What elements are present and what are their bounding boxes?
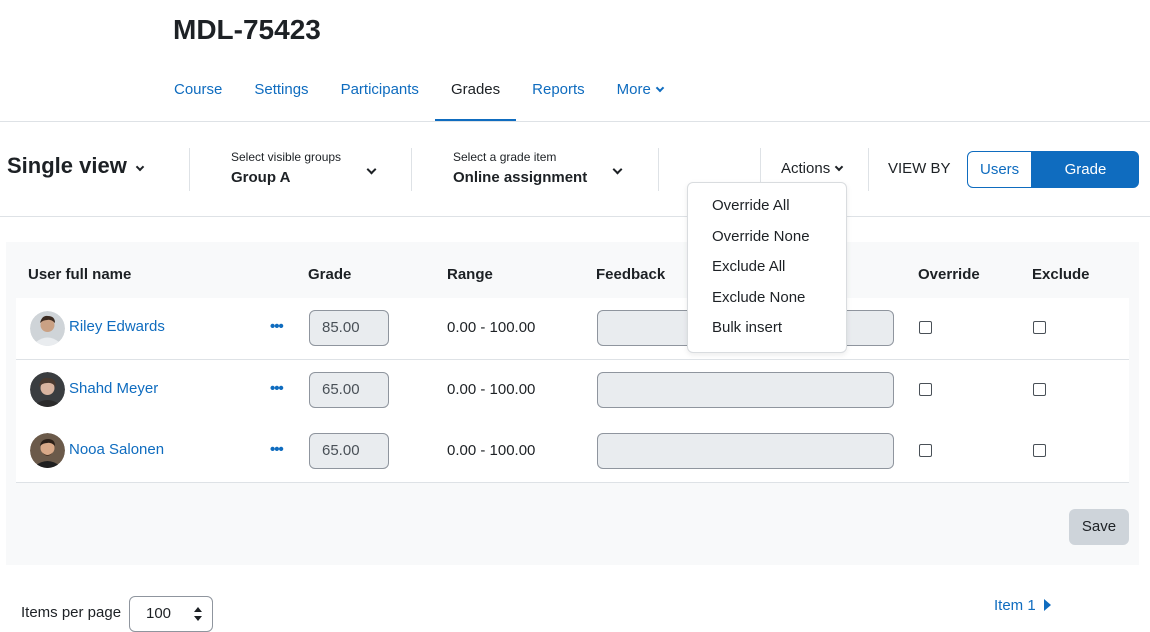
actions-button-label: Actions [781, 160, 831, 177]
avatar[interactable] [30, 372, 65, 407]
tab-grades[interactable]: Grades [434, 74, 517, 122]
user-link[interactable]: Nooa Salonen [69, 441, 164, 458]
menu-item-override-all[interactable]: Override All [688, 195, 846, 226]
toolbar-separator [658, 148, 659, 191]
group-selector-value: Group A [231, 169, 291, 186]
ellipsis-icon[interactable]: ••• [270, 380, 284, 397]
user-link[interactable]: Shahd Meyer [69, 380, 158, 397]
table-row: Shahd Meyer ••• 65.00 0.00 - 100.00 [16, 360, 1129, 422]
chevron-down-icon [655, 83, 665, 93]
user-link[interactable]: Riley Edwards [69, 318, 165, 335]
column-header-feedback: Feedback [596, 266, 666, 283]
group-selector[interactable]: Select visible groups Group A [231, 150, 377, 186]
exclude-checkbox[interactable] [1033, 321, 1046, 334]
grade-item-selector[interactable]: Select a grade item Online assignment [453, 150, 623, 186]
view-by-users-button[interactable]: Users [967, 151, 1032, 188]
tab-reports[interactable]: Reports [516, 74, 601, 122]
save-button[interactable]: Save [1069, 509, 1129, 545]
toolbar-divider [0, 216, 1150, 217]
group-selector-label: Select visible groups [231, 150, 342, 164]
toolbar-separator [411, 148, 412, 191]
ellipsis-icon[interactable]: ••• [270, 318, 284, 335]
grade-input[interactable]: 65.00 [309, 372, 389, 408]
table-row: Nooa Salonen ••• 65.00 0.00 - 100.00 [16, 421, 1129, 483]
avatar[interactable] [30, 311, 65, 346]
up-down-icon [194, 607, 202, 621]
override-checkbox[interactable] [919, 444, 932, 457]
exclude-checkbox[interactable] [1033, 444, 1046, 457]
tab-course[interactable]: Course [158, 74, 238, 122]
view-by-label: VIEW BY [888, 160, 951, 177]
menu-item-override-none[interactable]: Override None [688, 226, 846, 257]
toolbar-separator [868, 148, 869, 191]
toolbar-separator [189, 148, 190, 191]
tab-settings[interactable]: Settings [238, 74, 324, 122]
ellipsis-icon[interactable]: ••• [270, 441, 284, 458]
chevron-down-icon [834, 162, 844, 172]
grade-range: 0.00 - 100.00 [447, 381, 536, 398]
page-title: MDL-75423 [173, 14, 321, 45]
table-row: Riley Edwards ••• 85.00 0.00 - 100.00 [16, 298, 1129, 360]
actions-dropdown-menu: Override All Override None Exclude All E… [687, 182, 847, 353]
menu-item-exclude-none[interactable]: Exclude None [688, 287, 846, 318]
items-per-page-value: 100 [146, 605, 172, 622]
exclude-checkbox[interactable] [1033, 383, 1046, 396]
chevron-down-icon [135, 162, 145, 172]
grade-input[interactable]: 65.00 [309, 433, 389, 469]
column-header-override: Override [918, 266, 980, 283]
caret-right-icon [1043, 599, 1051, 611]
grade-item-selector-value: Online assignment [453, 169, 588, 186]
avatar[interactable] [30, 433, 65, 468]
column-header-exclude: Exclude [1032, 266, 1090, 283]
report-selector-label: Single view [7, 153, 127, 178]
view-by-toggle: Users Grade items [967, 151, 1139, 213]
tab-participants[interactable]: Participants [325, 74, 435, 122]
grade-input[interactable]: 85.00 [309, 310, 389, 346]
feedback-input[interactable] [597, 433, 894, 469]
next-item-label: Item 1 [994, 597, 1036, 614]
override-checkbox[interactable] [919, 383, 932, 396]
next-item-link[interactable]: Item 1 [994, 597, 1051, 614]
menu-item-bulk-insert[interactable]: Bulk insert [688, 317, 846, 348]
column-header-range: Range [447, 266, 493, 283]
tab-more[interactable]: More [601, 74, 679, 122]
menu-item-exclude-all[interactable]: Exclude All [688, 256, 846, 287]
report-selector[interactable]: Single view [7, 153, 145, 179]
items-per-page-select[interactable]: 100 [129, 596, 213, 632]
items-per-page-label: Items per page [21, 604, 122, 621]
feedback-input[interactable] [597, 372, 894, 408]
column-header-grade: Grade [308, 266, 352, 283]
grade-range: 0.00 - 100.00 [447, 319, 536, 336]
column-header-user-full-name[interactable]: User full name [28, 266, 131, 283]
grade-range: 0.00 - 100.00 [447, 442, 536, 459]
secondary-navigation: Course Settings Participants Grades Repo… [158, 74, 679, 122]
tab-more-label: More [616, 81, 651, 98]
grade-item-selector-label: Select a grade item [453, 150, 557, 164]
actions-button[interactable]: Actions [781, 160, 844, 177]
override-checkbox[interactable] [919, 321, 932, 334]
view-by-grade-items-button[interactable]: Grade items [1032, 151, 1139, 213]
nav-divider [0, 121, 1150, 122]
